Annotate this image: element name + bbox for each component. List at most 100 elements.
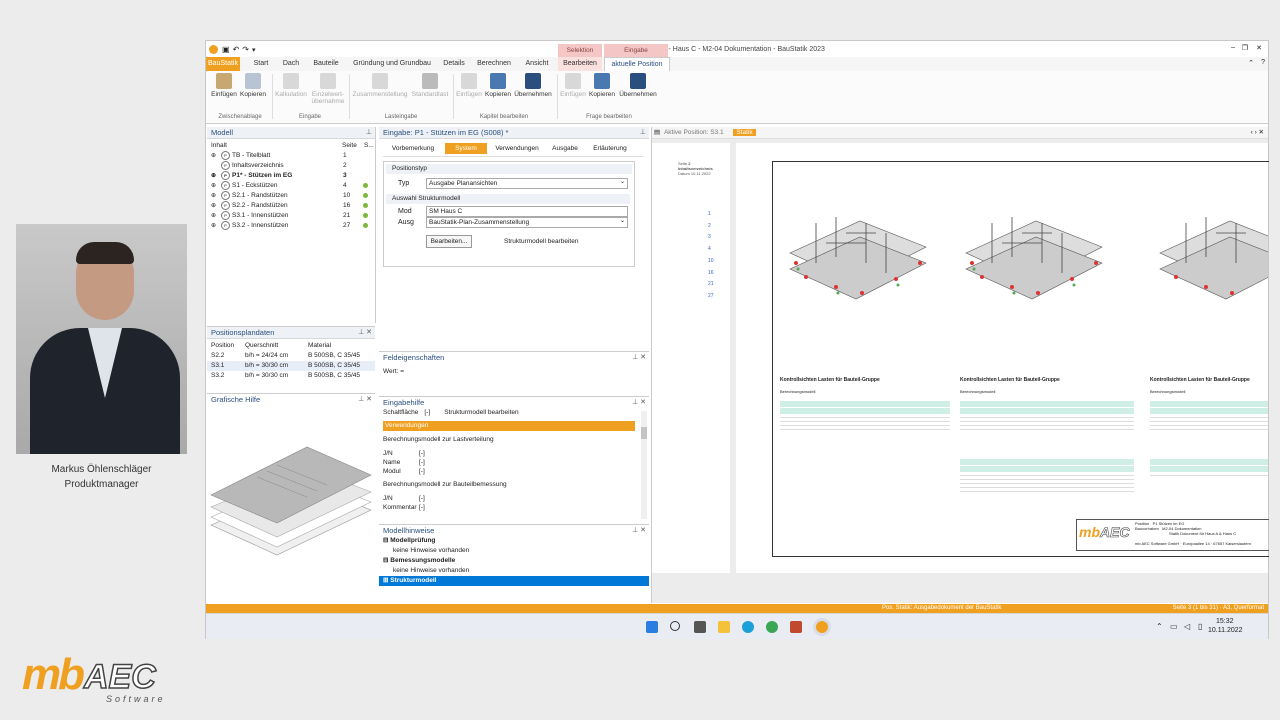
tab-aktuelle-position[interactable]: aktuelle Position xyxy=(604,57,670,72)
frage-uebernehmen-button[interactable]: Übernehmen xyxy=(617,73,659,98)
bearbeiten-button[interactable]: Bearbeiten... xyxy=(426,235,472,248)
pin-close-icon[interactable]: ⊥ ✕ xyxy=(358,394,372,405)
help-icon[interactable]: ? xyxy=(1261,59,1265,66)
pin-close-icon[interactable]: ⊥ ✕ xyxy=(632,397,646,408)
network-icon[interactable]: ▭ xyxy=(1170,622,1178,631)
frage-kopieren-button[interactable]: Kopieren xyxy=(588,73,616,98)
tab-berechnen[interactable]: Berechnen xyxy=(474,57,514,71)
tab-dach[interactable]: Dach xyxy=(278,57,304,71)
chevron-down-icon[interactable]: ⌄ xyxy=(620,217,625,224)
kapitel-uebernehmen-button[interactable]: Übernehmen xyxy=(513,73,553,98)
tab-ausgabe[interactable]: Ausgabe xyxy=(545,143,585,154)
bemessungsmodelle-item[interactable]: ⊟ Bemessungsmodelle xyxy=(379,556,649,566)
typ-select[interactable]: Ausgabe Planansichten xyxy=(426,178,628,189)
modell-item-label: TB - Titelblatt xyxy=(232,152,271,160)
toc-page-link[interactable]: 27 xyxy=(708,291,714,303)
maximize-button[interactable]: ❐ xyxy=(1242,44,1248,52)
task-view-icon[interactable] xyxy=(694,621,706,633)
file-explorer-icon[interactable] xyxy=(718,621,730,633)
toc-page-link[interactable]: 21 xyxy=(708,279,714,291)
toc-page-link[interactable]: 3 xyxy=(708,232,714,244)
toc-page-link[interactable]: 16 xyxy=(708,268,714,280)
load-table-1 xyxy=(780,401,950,430)
expand-icon[interactable]: ⊕ xyxy=(211,201,216,211)
powerpoint-icon[interactable] xyxy=(790,621,802,633)
ausg-select[interactable]: BauStatik-Plan-Zusammenstellung xyxy=(426,217,628,228)
chrome-icon[interactable] xyxy=(766,621,778,633)
pin-close-icon[interactable]: ⊥ ✕ xyxy=(358,327,372,338)
modell-item[interactable]: ⊕ P TB - Titelblatt 1 xyxy=(207,151,375,161)
table-row[interactable]: S3.1 b/h = 30/30 cm B 500SB, C 35/45 xyxy=(207,361,375,371)
toc-page-link[interactable]: 2 xyxy=(708,221,714,233)
einfuegen-button[interactable]: Einfügen xyxy=(210,73,238,98)
table-row[interactable]: S2.2 b/h = 24/24 cm B 500SB, C 35/45 xyxy=(207,351,375,361)
kapitel-kopieren-button[interactable]: Kopieren xyxy=(484,73,512,98)
kapitel-einfuegen-button[interactable]: Einfügen xyxy=(455,73,483,98)
expand-icon[interactable]: ⊕ xyxy=(211,221,216,231)
feldeigenschaften-header: Feldeigenschaften ⊥ ✕ xyxy=(379,352,649,363)
help-field-key: Modul xyxy=(383,468,401,475)
expand-icon[interactable]: ⊕ xyxy=(211,181,216,191)
tab-bearbeiten[interactable]: Bearbeiten xyxy=(558,57,602,71)
pin-close-icon[interactable]: ⊥ ✕ xyxy=(632,525,646,536)
modell-item[interactable]: ⊕ P S3.1 - Innenstützen 21 xyxy=(207,211,375,221)
tab-erlaeuterung[interactable]: Erläuterung xyxy=(587,143,633,154)
search-icon[interactable] xyxy=(670,621,680,631)
chevron-down-icon[interactable]: ⌄ xyxy=(620,178,625,185)
expand-icon[interactable]: ⊕ xyxy=(211,191,216,201)
pin-close-icon[interactable]: ⊥ ✕ xyxy=(632,352,646,363)
eingabe-panel: Eingabe: P1 - Stützen im EG (S008) * ⊥ Vo… xyxy=(379,127,649,347)
tab-start[interactable]: Start xyxy=(248,57,274,71)
tab-vorbemerkung[interactable]: Vorbemerkung xyxy=(385,143,441,154)
logo-software: Software xyxy=(106,694,166,704)
clock-date[interactable]: 10.11.2022 xyxy=(1208,627,1243,634)
einzelwert-button[interactable]: Einzelwert-übernahme xyxy=(310,73,346,105)
collapse-ribbon-icon[interactable]: ⌃ xyxy=(1248,59,1254,67)
expand-icon[interactable]: ⊕ xyxy=(211,171,216,181)
grafische-hilfe-panel: Grafische Hilfe ⊥ ✕ xyxy=(207,393,375,604)
fields-bauteilbemessung: J/N [-] Kommentar [-] xyxy=(379,494,649,512)
tab-system[interactable]: System xyxy=(445,143,487,154)
tab-bauteile[interactable]: Bauteile xyxy=(310,57,342,71)
expand-icon[interactable]: ⊕ xyxy=(211,151,216,161)
modell-item[interactable]: ⊕ P S2.1 - Randstützen 10 xyxy=(207,191,375,201)
pin-icon[interactable]: ⊥ xyxy=(640,127,646,138)
table-row[interactable]: S3.2 b/h = 30/30 cm B 500SB, C 35/45 xyxy=(207,371,375,381)
toc-page-link[interactable]: 4 xyxy=(708,244,714,256)
toc-page-link[interactable]: 1 xyxy=(708,209,714,221)
modell-item[interactable]: ⊕ P S1 - Eckstützen 4 xyxy=(207,181,375,191)
minimize-button[interactable]: – xyxy=(1231,44,1235,51)
tab-details[interactable]: Details xyxy=(440,57,468,71)
baustatik-icon[interactable] xyxy=(816,621,828,633)
speaker-icon[interactable]: ◁ xyxy=(1184,622,1190,631)
close-button[interactable]: ✕ xyxy=(1256,44,1262,52)
modell-item[interactable]: P Inhaltsverzeichnis 2 xyxy=(207,161,375,171)
expand-icon[interactable]: ⊕ xyxy=(211,211,216,221)
tab-baustatik[interactable]: BauStatik xyxy=(206,57,240,71)
tray-chevron-icon[interactable]: ⌃ xyxy=(1156,622,1163,631)
tab-verwendungen[interactable]: Verwendungen xyxy=(491,143,543,154)
frage-einfuegen-button[interactable]: Einfügen xyxy=(559,73,587,98)
pin-icon[interactable]: ⊥ xyxy=(366,127,372,138)
strukturmodell-item[interactable]: ⊞ Strukturmodell xyxy=(379,576,649,586)
windows-start-icon[interactable] xyxy=(646,621,658,633)
modell-item[interactable]: ⊕ P S3.2 - Innenstützen 27 xyxy=(207,221,375,231)
battery-icon[interactable]: ▯ xyxy=(1198,622,1202,631)
brush-icon xyxy=(525,73,541,89)
kalkulation-button[interactable]: Kalkulation xyxy=(274,73,308,98)
kopieren-button[interactable]: Kopieren xyxy=(239,73,267,98)
zusammenstellung-button[interactable]: Zusammenstellung xyxy=(352,73,408,98)
scrollbar[interactable] xyxy=(641,411,647,519)
mod-select[interactable]: SM Haus C xyxy=(426,206,628,217)
clock-time[interactable]: 15:32 xyxy=(1216,618,1234,625)
tab-gruendung[interactable]: Gründung und Grundbau xyxy=(346,57,438,71)
edge-icon[interactable] xyxy=(742,621,754,633)
toc-page-link[interactable]: 10 xyxy=(708,256,714,268)
tab-ansicht[interactable]: Ansicht xyxy=(520,57,554,71)
modell-item[interactable]: ⊕ P S2.2 - Randstützen 16 xyxy=(207,201,375,211)
modell-item[interactable]: ⊕ P P1* - Stützen im EG 3 xyxy=(207,171,375,181)
tab-statik[interactable]: Statik xyxy=(733,129,756,136)
modellpruefung-item[interactable]: ⊟ Modellprüfung xyxy=(379,536,649,546)
preview-nav[interactable]: ‹ › ✕ xyxy=(1251,127,1264,138)
standardlast-button[interactable]: Standardlast xyxy=(410,73,450,98)
